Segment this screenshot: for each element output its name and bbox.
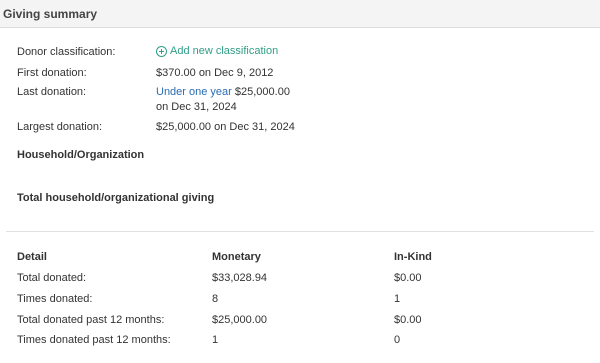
table-row-monetary: $33,028.94 xyxy=(212,272,268,284)
table-header-detail: Detail xyxy=(17,251,47,263)
section-divider xyxy=(6,231,594,232)
table-row-in-kind: $0.00 xyxy=(394,314,422,326)
table-header-monetary: Monetary xyxy=(212,251,261,263)
total-household-giving-heading: Total household/organizational giving xyxy=(17,192,215,204)
giving-summary-header: Giving summary xyxy=(0,0,600,28)
table-row-in-kind: 1 xyxy=(394,293,401,305)
last-donation-value: Under one year $25,000.00 xyxy=(156,86,290,98)
add-circle-icon xyxy=(156,45,167,57)
table-row-label: Times donated past 12 months: xyxy=(17,334,171,346)
largest-donation-value: $25,000.00 on Dec 31, 2024 xyxy=(156,121,295,133)
largest-donation-label: Largest donation: xyxy=(17,121,103,133)
giving-summary-title: Giving summary xyxy=(3,7,98,21)
add-classification-link[interactable]: Add new classification xyxy=(156,45,278,57)
last-donation-label: Last donation: xyxy=(17,86,87,98)
last-donation-date: on Dec 31, 2024 xyxy=(156,101,237,113)
last-donation-amount: $25,000.00 xyxy=(234,86,290,98)
last-donation-period-link[interactable]: Under one year xyxy=(156,86,232,98)
table-row-monetary: 1 xyxy=(212,334,219,346)
donor-classification-label: Donor classification: xyxy=(17,46,116,58)
table-row-label: Total donated: xyxy=(17,272,87,284)
table-row-monetary: 8 xyxy=(212,293,219,305)
table-row-label: Total donated past 12 months: xyxy=(17,314,165,326)
table-row-monetary: $25,000.00 xyxy=(212,314,268,326)
table-header-in-kind: In-Kind xyxy=(394,251,432,263)
table-row-label: Times donated: xyxy=(17,293,93,305)
first-donation-value: $370.00 on Dec 9, 2012 xyxy=(156,67,274,79)
table-row-in-kind: 0 xyxy=(394,334,401,346)
table-row-in-kind: $0.00 xyxy=(394,272,422,284)
first-donation-label: First donation: xyxy=(17,67,87,79)
household-organization-heading: Household/Organization xyxy=(17,149,145,161)
add-classification-label: Add new classification xyxy=(170,45,279,57)
